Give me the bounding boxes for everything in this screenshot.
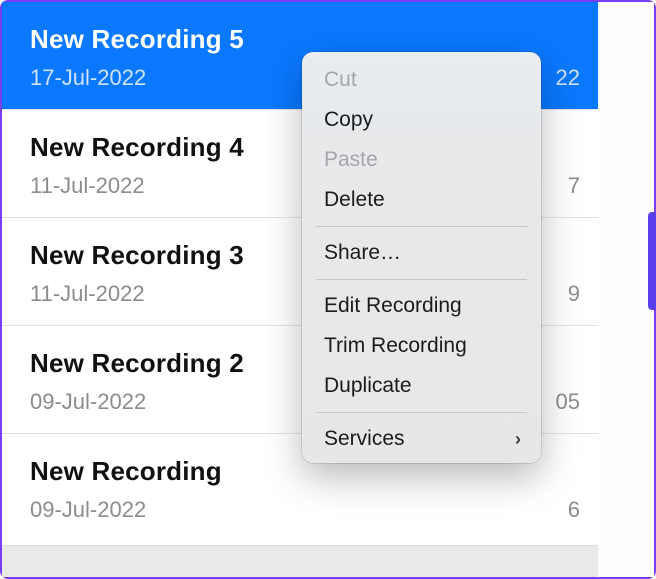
- menu-item-label: Services: [324, 427, 405, 451]
- recording-duration: 6: [568, 497, 580, 523]
- menu-item-share[interactable]: Share…: [302, 233, 541, 273]
- menu-separator: [316, 412, 527, 413]
- menu-item-edit-recording[interactable]: Edit Recording: [302, 286, 541, 326]
- scroll-indicator: [648, 212, 656, 310]
- menu-separator: [316, 226, 527, 227]
- menu-item-duplicate[interactable]: Duplicate: [302, 366, 541, 406]
- menu-item-delete[interactable]: Delete: [302, 180, 541, 220]
- side-panel: [598, 2, 654, 577]
- menu-separator: [316, 279, 527, 280]
- window: New Recording 5 17-Jul-2022 22 New Recor…: [0, 0, 656, 579]
- recording-duration: 22: [556, 65, 580, 91]
- recording-title: New Recording 5: [30, 24, 580, 55]
- recording-date: 09-Jul-2022: [30, 497, 580, 523]
- recording-duration: 9: [568, 281, 580, 307]
- menu-item-paste: Paste: [302, 140, 541, 180]
- menu-item-services[interactable]: Services ›: [302, 419, 541, 459]
- context-menu: Cut Copy Paste Delete Share… Edit Record…: [302, 52, 541, 463]
- menu-item-copy[interactable]: Copy: [302, 100, 541, 140]
- recording-duration: 7: [568, 173, 580, 199]
- menu-item-trim-recording[interactable]: Trim Recording: [302, 326, 541, 366]
- toolbar: [2, 545, 600, 577]
- recording-duration: 05: [556, 389, 580, 415]
- chevron-right-icon: ›: [515, 429, 523, 450]
- menu-item-cut: Cut: [302, 60, 541, 100]
